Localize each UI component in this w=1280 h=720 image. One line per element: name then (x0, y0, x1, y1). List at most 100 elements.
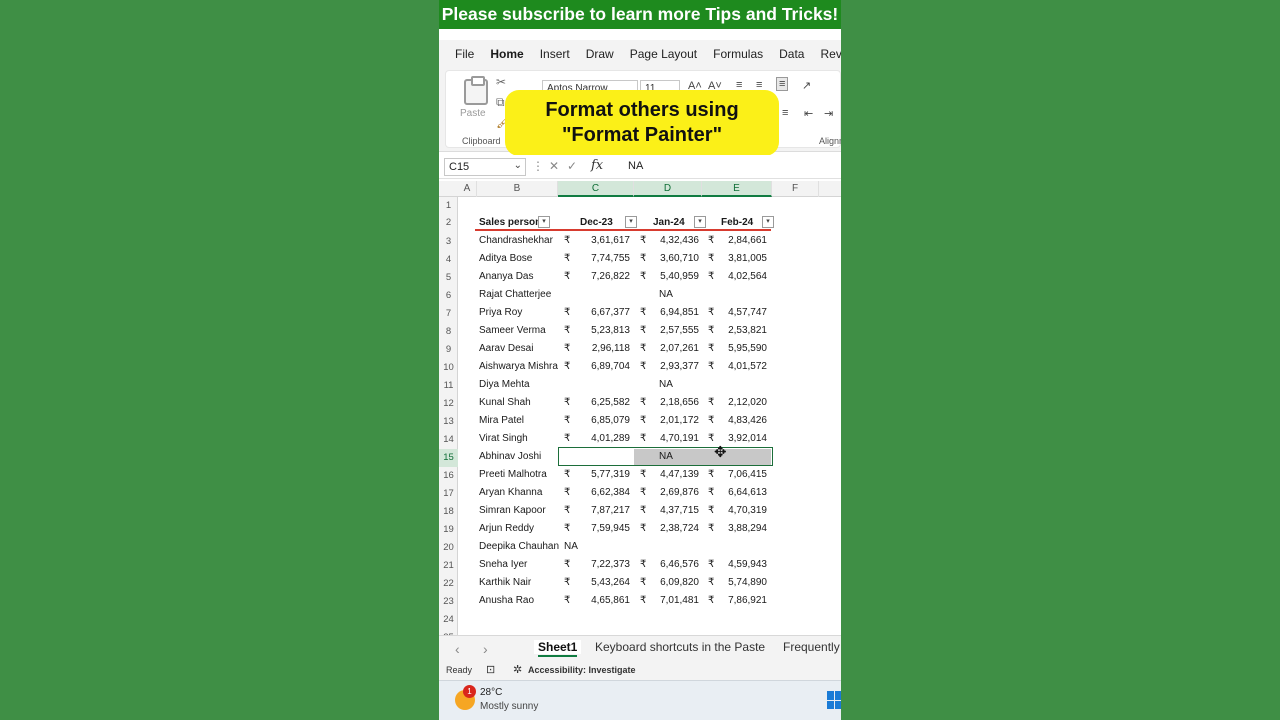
sheet-tab-keyboard-shortcuts[interactable]: Keyboard shortcuts in the Paste (595, 640, 765, 654)
align-right-icon[interactable]: ≡ (782, 107, 788, 119)
sales-value[interactable]: 7,86,921 (728, 595, 767, 606)
worksheet-grid[interactable]: ABCDEF 122425345678910111213141516171819… (439, 181, 841, 635)
sales-value[interactable]: 5,23,813 (591, 325, 630, 336)
sales-value[interactable]: 4,59,943 (728, 559, 767, 570)
orientation-icon[interactable]: ↗ (802, 79, 811, 92)
row-header-11[interactable]: 11 (439, 377, 458, 395)
sales-value[interactable]: 6,94,851 (660, 307, 699, 318)
sales-value[interactable]: 7,22,373 (591, 559, 630, 570)
sales-value[interactable]: 4,65,861 (591, 595, 630, 606)
sales-person-name[interactable]: Aditya Bose (479, 253, 532, 264)
sales-value[interactable]: 4,70,319 (728, 505, 767, 516)
tab-formulas[interactable]: Formulas (705, 40, 771, 66)
column-header-a[interactable]: A (458, 181, 477, 197)
sales-value[interactable]: 7,59,945 (591, 523, 630, 534)
row-header-20[interactable]: 20 (439, 539, 458, 557)
sales-person-name[interactable]: Abhinav Joshi (479, 451, 541, 462)
sales-value[interactable]: 2,53,821 (728, 325, 767, 336)
enter-icon[interactable]: ✓ (567, 159, 577, 173)
paste-label[interactable]: Paste (460, 108, 486, 119)
accessibility-status[interactable]: Accessibility: Investigate (528, 665, 636, 675)
row-header-22[interactable]: 22 (439, 575, 458, 593)
sales-value[interactable]: 4,01,572 (728, 361, 767, 372)
accessibility-icon[interactable]: ✲ (513, 663, 522, 676)
na-value[interactable]: NA (659, 379, 673, 390)
column-header-f[interactable]: F (772, 181, 819, 197)
name-box[interactable]: C15 ⌄ (444, 158, 526, 176)
tab-file[interactable]: File (439, 40, 482, 66)
sheet-tab-frequently[interactable]: Frequently (783, 640, 840, 654)
row-header-15[interactable]: 15 (439, 449, 458, 467)
sales-value[interactable]: 6,46,576 (660, 559, 699, 570)
sales-value[interactable]: 6,25,582 (591, 397, 630, 408)
sales-value[interactable]: 2,93,377 (660, 361, 699, 372)
formula-input[interactable]: NA (628, 160, 643, 172)
column-header-c[interactable]: C (558, 181, 634, 197)
sales-value[interactable]: 6,89,704 (591, 361, 630, 372)
sales-value[interactable]: 2,18,656 (660, 397, 699, 408)
filter-dropdown-icon[interactable]: ▾ (625, 216, 637, 228)
sales-value[interactable]: 6,64,613 (728, 487, 767, 498)
sales-person-name[interactable]: Mira Patel (479, 415, 524, 426)
sales-person-name[interactable]: Karthik Nair (479, 577, 531, 588)
sales-person-name[interactable]: Sameer Verma (479, 325, 546, 336)
chevron-down-icon[interactable]: ⌄ (514, 160, 522, 171)
sales-person-name[interactable]: Aarav Desai (479, 343, 533, 354)
tab-data[interactable]: Data (771, 40, 812, 66)
row-header-5[interactable]: 5 (439, 269, 458, 287)
tab-insert[interactable]: Insert (532, 40, 578, 66)
row-header-12[interactable]: 12 (439, 395, 458, 413)
sales-person-name[interactable]: Aishwarya Mishra (479, 361, 558, 372)
sales-person-name[interactable]: Rajat Chatterjee (479, 289, 551, 300)
tab-home[interactable]: Home (482, 40, 531, 68)
sales-person-name[interactable]: Anusha Rao (479, 595, 534, 606)
sales-value[interactable]: 6,09,820 (660, 577, 699, 588)
prev-sheet-icon[interactable]: ‹ (455, 641, 460, 657)
sales-person-name[interactable]: Diya Mehta (479, 379, 530, 390)
na-value[interactable]: NA (564, 541, 578, 552)
sales-person-name[interactable]: Priya Roy (479, 307, 522, 318)
filter-dropdown-icon[interactable]: ▾ (538, 216, 550, 228)
sheet-tab-sheet1[interactable]: Sheet1 (534, 640, 582, 657)
sales-value[interactable]: 3,88,294 (728, 523, 767, 534)
sales-person-name[interactable]: Ananya Das (479, 271, 533, 282)
sales-value[interactable]: 4,83,426 (728, 415, 767, 426)
row-header-7[interactable]: 7 (439, 305, 458, 323)
sales-person-name[interactable]: Aryan Khanna (479, 487, 542, 498)
next-sheet-icon[interactable]: › (483, 641, 488, 657)
decrease-indent-icon[interactable]: ⇤ (804, 107, 813, 120)
sales-value[interactable]: 4,01,289 (591, 433, 630, 444)
column-header-d[interactable]: D (634, 181, 702, 197)
paste-icon[interactable] (464, 76, 488, 105)
row-header-18[interactable]: 18 (439, 503, 458, 521)
sales-value[interactable]: 4,32,436 (660, 235, 699, 246)
sales-value[interactable]: 3,81,005 (728, 253, 767, 264)
cancel-icon[interactable]: ✕ (549, 159, 559, 173)
sales-value[interactable]: 5,95,590 (728, 343, 767, 354)
sales-value[interactable]: 3,60,710 (660, 253, 699, 264)
row-header-3[interactable]: 3 (439, 233, 458, 251)
row-header-2[interactable]: 2 (439, 213, 458, 233)
sales-value[interactable]: 4,57,747 (728, 307, 767, 318)
sales-value[interactable]: 2,84,661 (728, 235, 767, 246)
tab-review[interactable]: Review (812, 40, 841, 66)
row-header-4[interactable]: 4 (439, 251, 458, 269)
sales-person-name[interactable]: Kunal Shah (479, 397, 531, 408)
row-header-21[interactable]: 21 (439, 557, 458, 575)
column-header-e[interactable]: E (702, 181, 772, 197)
row-header-9[interactable]: 9 (439, 341, 458, 359)
windows-start-icon[interactable] (827, 691, 841, 709)
sales-value[interactable]: 5,43,264 (591, 577, 630, 588)
row-header-14[interactable]: 14 (439, 431, 458, 449)
sales-value[interactable]: 7,26,822 (591, 271, 630, 282)
row-header-10[interactable]: 10 (439, 359, 458, 377)
sales-value[interactable]: 2,57,555 (660, 325, 699, 336)
macro-record-icon[interactable]: ⊡ (486, 663, 495, 676)
align-bottom-icon[interactable]: ≡ (776, 77, 789, 91)
sales-value[interactable]: 2,96,118 (592, 343, 630, 354)
cut-icon[interactable]: ✂ (496, 75, 506, 89)
sales-value[interactable]: 6,67,377 (591, 307, 630, 318)
row-header-13[interactable]: 13 (439, 413, 458, 431)
sales-person-name[interactable]: Preeti Malhotra (479, 469, 547, 480)
weather-temperature[interactable]: 28°C (480, 687, 502, 698)
